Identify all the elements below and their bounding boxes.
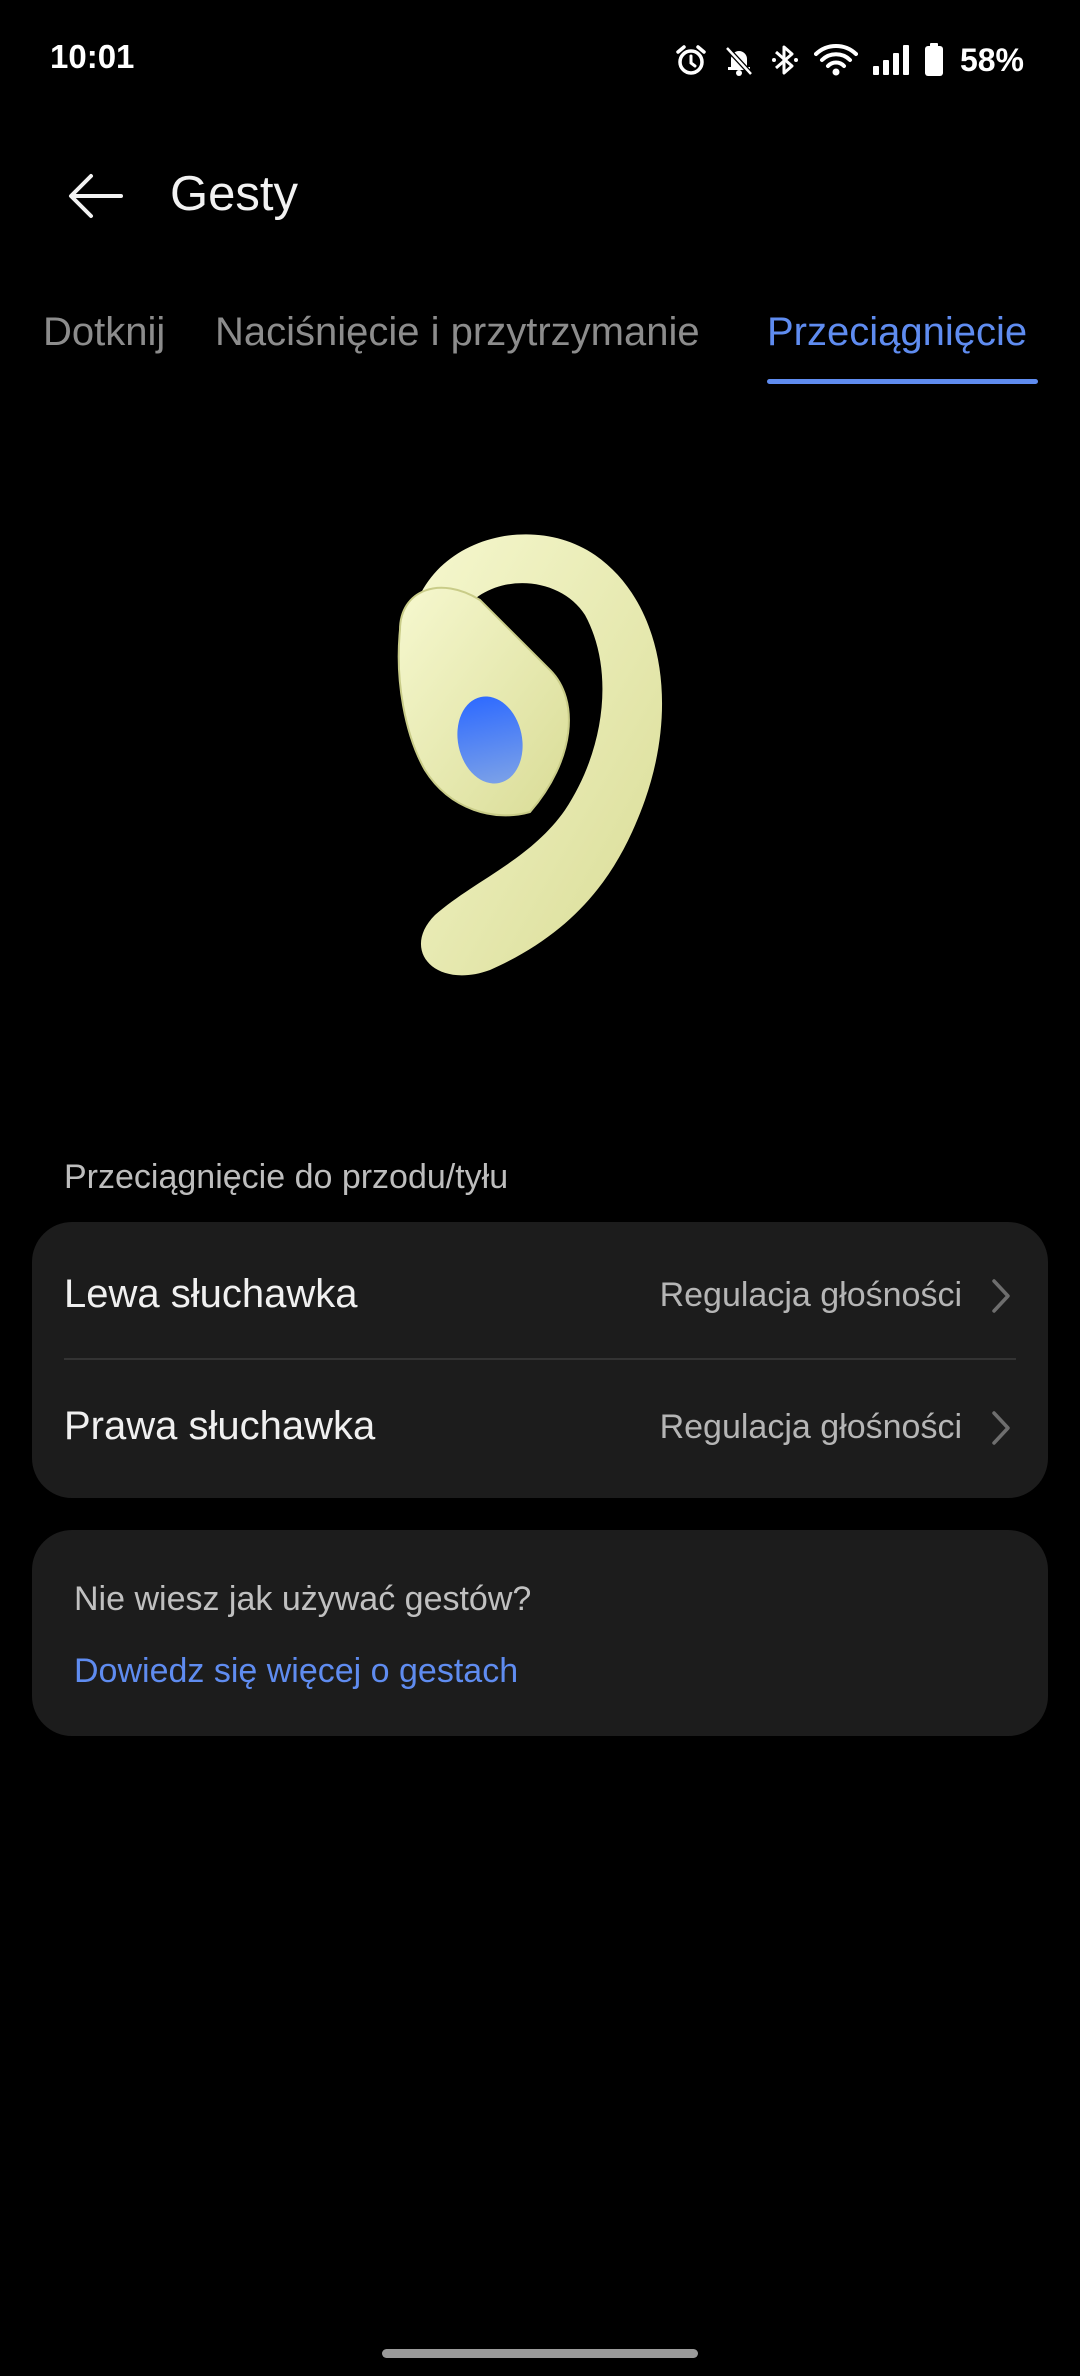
battery-percent: 58% xyxy=(959,41,1024,78)
status-icons: 58% xyxy=(674,38,1024,82)
battery-icon xyxy=(924,43,944,77)
tab-nacisniecie-i-przytrzymanie[interactable]: Naciśnięcie i przytrzymanie xyxy=(215,310,700,355)
chevron-right-icon xyxy=(988,1408,1014,1448)
signal-icon xyxy=(872,44,910,76)
earbud-image xyxy=(380,520,700,980)
home-indicator[interactable] xyxy=(382,2349,698,2358)
option-value: Regulacja głośności xyxy=(659,1408,962,1446)
option-row-right-earbud[interactable]: Prawa słuchawka Regulacja głośności xyxy=(32,1358,1048,1494)
option-value: Regulacja głośności xyxy=(659,1276,962,1314)
option-row-left-earbud[interactable]: Lewa słuchawka Regulacja głośności xyxy=(32,1226,1048,1362)
page-title: Gesty xyxy=(170,167,298,221)
tab-przeciagniecie[interactable]: Przeciągnięcie xyxy=(767,310,1027,355)
alarm-icon xyxy=(674,43,708,77)
help-text: Nie wiesz jak używać gestów? xyxy=(74,1580,532,1618)
tab-bar: Dotknij Naciśnięcie i przytrzymanie Prze… xyxy=(0,310,1080,390)
back-button[interactable] xyxy=(56,158,136,238)
bell-off-icon xyxy=(722,43,756,77)
status-bar: 10:01 58% xyxy=(0,0,1080,118)
active-tab-indicator xyxy=(767,379,1038,384)
bluetooth-icon xyxy=(770,42,800,78)
earbud-options-card: Lewa słuchawka Regulacja głośności Prawa… xyxy=(32,1222,1048,1498)
section-header: Przeciągnięcie do przodu/tyłu xyxy=(64,1158,509,1196)
option-label: Prawa słuchawka xyxy=(64,1404,376,1448)
arrow-left-icon xyxy=(67,171,125,226)
status-time: 10:01 xyxy=(50,38,135,75)
help-card: Nie wiesz jak używać gestów? Dowiedz się… xyxy=(32,1530,1048,1736)
learn-more-link[interactable]: Dowiedz się więcej o gestach xyxy=(74,1652,518,1691)
tab-dotknij[interactable]: Dotknij xyxy=(43,310,165,355)
wifi-icon xyxy=(813,43,858,77)
option-label: Lewa słuchawka xyxy=(64,1272,358,1316)
chevron-right-icon xyxy=(988,1276,1014,1316)
